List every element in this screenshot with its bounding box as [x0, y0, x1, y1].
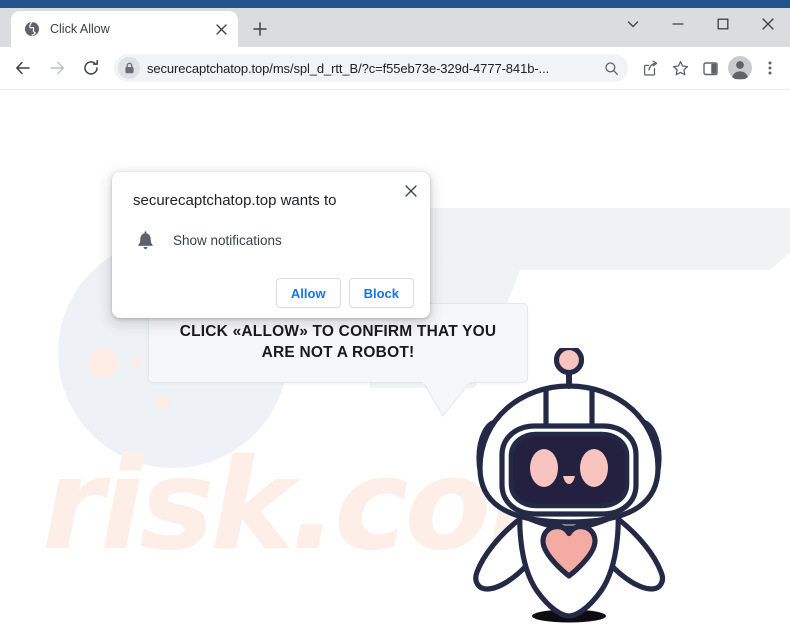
close-icon[interactable] [211, 19, 231, 39]
avatar[interactable] [726, 54, 754, 82]
window-controls [610, 0, 790, 47]
robot-mascot [473, 348, 666, 623]
side-panel-icon[interactable] [696, 54, 724, 82]
speech-bubble-line-1: CLICK «ALLOW» TO CONFIRM THAT YOU [179, 323, 497, 341]
chevron-down-icon[interactable] [610, 8, 655, 40]
watermark-dot [131, 358, 142, 369]
lock-icon[interactable] [118, 57, 140, 79]
browser-toolbar: securecaptchatop.top/ms/spl_d_rtt_B/?c=f… [0, 47, 790, 89]
notification-permission-dialog: securecaptchatop.top wants to Show notif… [112, 172, 430, 319]
back-button[interactable] [8, 53, 38, 83]
address-bar[interactable]: securecaptchatop.top/ms/spl_d_rtt_B/?c=f… [114, 54, 628, 82]
forward-button[interactable] [42, 53, 72, 83]
reload-button[interactable] [76, 53, 106, 83]
close-icon[interactable] [745, 8, 790, 40]
dialog-title: securecaptchatop.top wants to [133, 192, 337, 209]
page-viewport: risk.com CLICK «ALLOW» TO CONFIRM THAT Y… [0, 89, 790, 637]
block-button[interactable]: Block [348, 278, 414, 309]
watermark-risk-label: risk.com [42, 442, 615, 578]
new-tab-button[interactable] [245, 14, 275, 44]
search-icon[interactable] [598, 55, 624, 81]
minimize-icon[interactable] [655, 8, 700, 40]
tab-title: Click Allow [50, 22, 110, 36]
allow-button[interactable]: Allow [275, 278, 341, 309]
three-dot-menu-icon[interactable] [756, 54, 784, 82]
url-text[interactable]: securecaptchatop.top/ms/spl_d_rtt_B/?c=f… [147, 61, 598, 76]
maximize-icon[interactable] [700, 8, 745, 40]
watermark-dot [88, 348, 118, 378]
permission-row: Show notifications [128, 229, 414, 251]
browser-tab[interactable]: Click Allow [11, 11, 238, 47]
browser-window: Click Allow securecaptchatop.top/ms/spl_… [0, 0, 790, 637]
bell-icon [134, 229, 156, 251]
speech-bubble-tail [423, 382, 470, 417]
tab-strip: Click Allow [0, 0, 790, 47]
dialog-actions: Allow Block [128, 278, 414, 309]
share-icon[interactable] [636, 54, 664, 82]
profile-avatar-icon[interactable] [728, 56, 752, 80]
close-icon[interactable] [398, 178, 424, 204]
globe-icon [24, 21, 40, 37]
bookmark-star-icon[interactable] [666, 54, 694, 82]
watermark-risk-text: risk.com [42, 442, 619, 578]
speech-bubble-text: CLICK «ALLOW» TO CONFIRM THAT YOU ARE NO… [166, 322, 511, 364]
watermark-dot [155, 395, 170, 410]
permission-label: Show notifications [173, 232, 282, 248]
speech-bubble-line-2: ARE NOT A ROBOT! [261, 344, 415, 361]
